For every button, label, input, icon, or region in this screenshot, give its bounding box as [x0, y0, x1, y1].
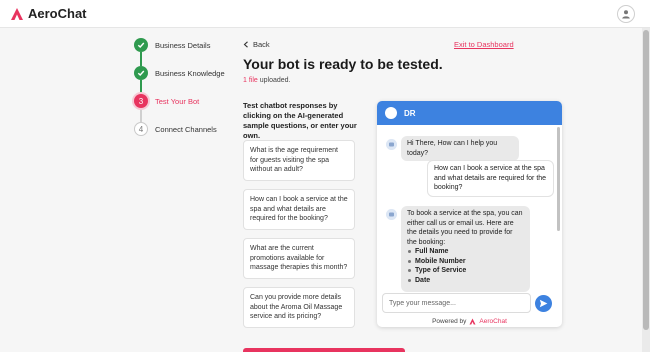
chat-scrollbar[interactable] — [557, 127, 560, 231]
upload-status-text: uploaded. — [257, 77, 291, 84]
step-complete-indicator — [134, 66, 148, 80]
page-title: Your bot is ready to be tested. — [243, 56, 443, 72]
list-item: Full Name — [407, 247, 524, 257]
list-item: Date — [407, 276, 524, 286]
step-business-knowledge[interactable]: Business Knowledge — [134, 66, 244, 80]
exit-to-dashboard-link[interactable]: Exit to Dashboard — [454, 40, 514, 49]
send-button[interactable] — [535, 295, 552, 312]
page-scrollbar[interactable] — [642, 28, 650, 352]
bot-icon — [386, 139, 397, 150]
step-label: Test Your Bot — [155, 96, 200, 106]
booking-details-list: Full Name Mobile Number Type of Service … — [407, 247, 524, 285]
back-label: Back — [253, 40, 270, 49]
sample-question-card[interactable]: Can you provide more details about the A… — [243, 287, 355, 328]
next-button[interactable] — [243, 348, 405, 352]
step-connector — [140, 108, 142, 122]
bot-message: To book a service at the spa, you can ei… — [401, 206, 530, 292]
bot-avatar — [385, 107, 397, 119]
step-label: Connect Channels — [155, 124, 217, 134]
step-connector — [140, 52, 142, 66]
sample-question-card[interactable]: How can I book a service at the spa and … — [243, 189, 355, 230]
list-item: Type of Service — [407, 266, 524, 276]
file-count: 1 file — [243, 77, 258, 84]
check-icon — [137, 42, 145, 49]
back-button[interactable]: Back — [243, 40, 270, 49]
aerochat-logo-icon — [469, 318, 476, 325]
user-message: How can I book a service at the spa and … — [427, 160, 554, 197]
bot-message: Hi There, How can I help you today? — [401, 136, 519, 161]
step-complete-indicator — [134, 38, 148, 52]
bot-name: DR — [404, 108, 416, 118]
user-icon — [622, 10, 630, 19]
app-logo[interactable]: AeroChat — [10, 6, 87, 21]
step-business-details[interactable]: Business Details — [134, 38, 244, 52]
step-connector — [140, 80, 142, 94]
step-test-your-bot[interactable]: 3 Test Your Bot — [134, 94, 244, 108]
sample-question-card[interactable]: What are the current promotions availabl… — [243, 238, 355, 279]
list-item: Mobile Number — [407, 257, 524, 267]
aerochat-logo-icon — [11, 7, 23, 20]
powered-by-footer: Powered by AeroChat — [377, 318, 562, 325]
test-instructions: Test chatbot responses by clicking on th… — [243, 101, 357, 140]
step-number: 4 — [134, 122, 148, 136]
bot-reply-text: To book a service at the spa, you can ei… — [407, 210, 523, 246]
chat-message-input[interactable] — [382, 293, 531, 313]
send-icon — [539, 299, 548, 308]
user-menu-button[interactable] — [617, 5, 635, 23]
step-label: Business Details — [155, 40, 211, 50]
bot-icon — [386, 209, 397, 220]
check-icon — [137, 70, 145, 77]
page-scroll-thumb[interactable] — [643, 30, 649, 330]
top-bar: AeroChat — [0, 0, 650, 28]
chat-preview-widget: DR Hi There, How can I help you today? H… — [377, 101, 562, 327]
powered-by-brand: AeroChat — [479, 318, 507, 325]
step-connect-channels[interactable]: 4 Connect Channels — [134, 122, 244, 136]
app-name: AeroChat — [28, 6, 87, 21]
chat-header: DR — [377, 101, 562, 125]
step-label: Business Knowledge — [155, 68, 225, 78]
sample-question-card[interactable]: What is the age requirement for guests v… — [243, 140, 355, 181]
step-number: 3 — [134, 94, 148, 108]
chevron-left-icon — [243, 41, 248, 48]
powered-by-label: Powered by — [432, 318, 467, 325]
upload-status: 1 file uploaded. — [243, 77, 291, 84]
